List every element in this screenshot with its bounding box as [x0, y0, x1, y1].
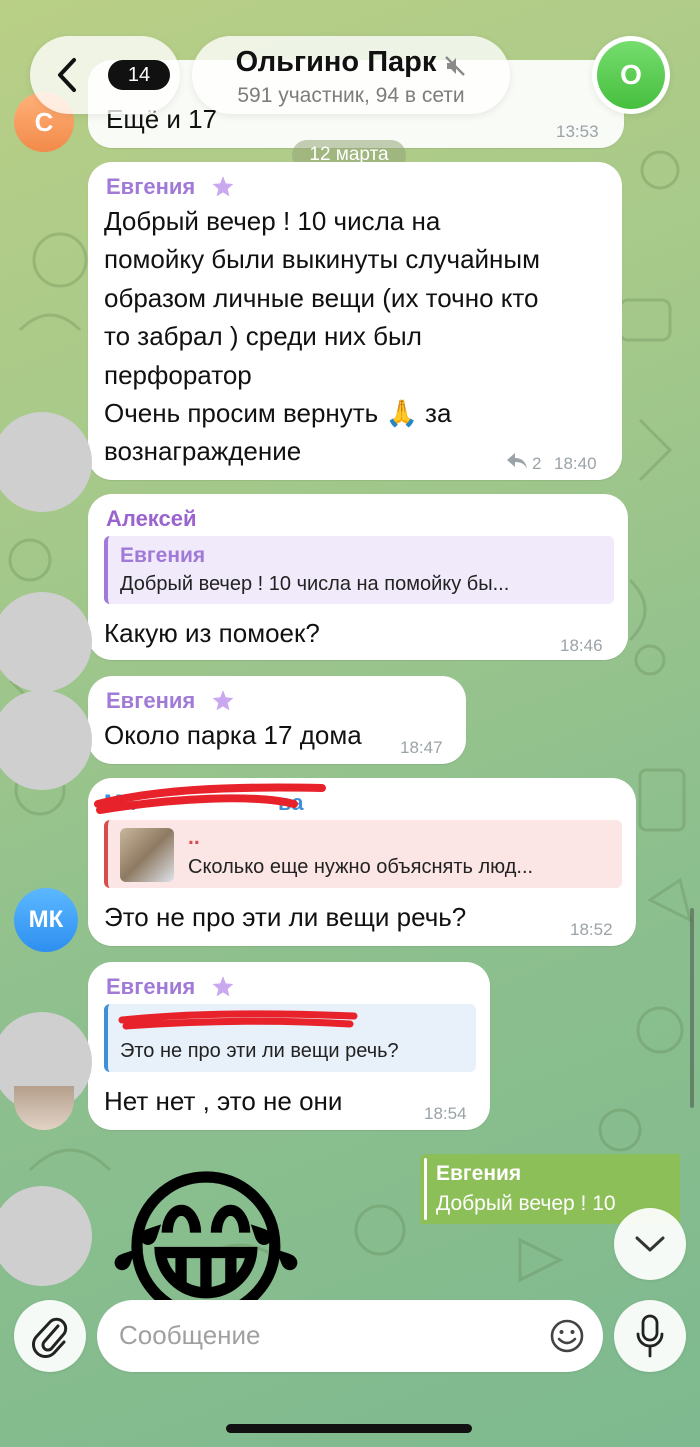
- chat-avatar[interactable]: О: [592, 36, 670, 114]
- message-text: Это не про эти ли вещи речь?: [104, 902, 467, 932]
- avatar-evgenia[interactable]: [0, 690, 92, 790]
- reply-count[interactable]: 2: [532, 454, 541, 474]
- quote-text: Сколько еще нужно объяснять люд...: [188, 856, 534, 878]
- reply-quote[interactable]: .. Сколько еще нужно объяснять люд...: [104, 820, 622, 888]
- message-input-placeholder: Сообщение: [119, 1320, 261, 1350]
- quote-sender: ..: [188, 826, 200, 849]
- unread-count-badge: 14: [108, 60, 170, 90]
- avatar-photo-partial[interactable]: [14, 1086, 74, 1130]
- message-text: Нет нет , это не они: [104, 1086, 343, 1116]
- mute-icon: [445, 56, 465, 76]
- avatar-mk[interactable]: МК: [14, 888, 78, 952]
- message-time: 18:52: [570, 920, 613, 939]
- message-bubble[interactable]: Евгения Около парка 17 дома 18:47: [88, 676, 466, 764]
- avatar-alexey[interactable]: [0, 592, 92, 692]
- reply-icon: [507, 453, 527, 469]
- chat-header[interactable]: Ольгино Парк 591 участник, 94 в сети: [192, 36, 510, 114]
- message-input[interactable]: Сообщение: [97, 1300, 603, 1372]
- scrollbar[interactable]: [690, 908, 694, 1108]
- sticker-icon[interactable]: [549, 1318, 585, 1354]
- attach-button[interactable]: [14, 1300, 86, 1372]
- message-bubble[interactable]: Евгения Добрый вечер ! 10 числа на помой…: [88, 162, 622, 480]
- star-icon: [212, 690, 234, 711]
- chat-avatar-letter: О: [597, 41, 665, 109]
- message-bubble[interactable]: Евгения Это не про эти ли вещи речь? Нет…: [88, 962, 490, 1130]
- voice-button[interactable]: [614, 1300, 686, 1372]
- chat-members-status: 591 участник, 94 в сети: [237, 84, 465, 107]
- star-icon: [212, 176, 234, 197]
- back-button[interactable]: 14: [30, 36, 180, 114]
- redaction-scribble: [94, 783, 326, 814]
- chat-title: Ольгино Парк: [235, 46, 437, 78]
- redaction-scribble: [118, 1010, 358, 1030]
- message-text: Около парка 17 дома: [104, 720, 362, 750]
- avatar-evgenia[interactable]: [0, 412, 92, 512]
- scroll-down-button[interactable]: [614, 1208, 686, 1280]
- message-bubble[interactable]: Алексей Евгения Добрый вечер ! 10 числа …: [88, 494, 628, 660]
- quote-sender: Евгения: [436, 1162, 522, 1185]
- quote-thumbnail: [120, 828, 174, 882]
- message-text: Добрый вечер ! 10 числа на помойку были …: [104, 206, 540, 467]
- sender-name: Евгения: [106, 688, 196, 713]
- star-icon: [212, 976, 234, 997]
- reply-quote[interactable]: Это не про эти ли вещи речь?: [104, 1004, 476, 1072]
- chevron-down-icon: [635, 1236, 665, 1252]
- message-time: 13:53: [556, 122, 599, 141]
- avatar-evgenia[interactable]: [0, 1186, 92, 1286]
- message-text: Какую из помоек?: [104, 618, 320, 648]
- message-time: 18:47: [400, 738, 443, 757]
- sender-name: Евгения: [106, 174, 196, 199]
- quote-text: Это не про эти ли вещи речь?: [120, 1040, 399, 1062]
- reply-quote[interactable]: Евгения Добрый вечер ! 10 числа на помой…: [104, 536, 614, 604]
- message-time: 18:46: [560, 636, 603, 655]
- back-chevron-icon: [58, 58, 76, 92]
- microphone-icon: [636, 1314, 664, 1358]
- sender-name: Евгения: [106, 974, 196, 999]
- quote-sender: Евгения: [120, 544, 206, 567]
- paperclip-icon: [32, 1317, 68, 1358]
- outgoing-quote-bar: [424, 1158, 427, 1220]
- message-time: 18:54: [424, 1104, 467, 1123]
- home-indicator[interactable]: [226, 1424, 472, 1433]
- sender-name: Алексей: [106, 506, 197, 531]
- message-time: 18:40: [554, 454, 597, 473]
- message-bubble[interactable]: Ма ва .. Сколько еще нужно объяснять люд…: [88, 778, 636, 946]
- quote-text: Добрый вечер ! 10 числа на помойку бы...: [120, 573, 510, 595]
